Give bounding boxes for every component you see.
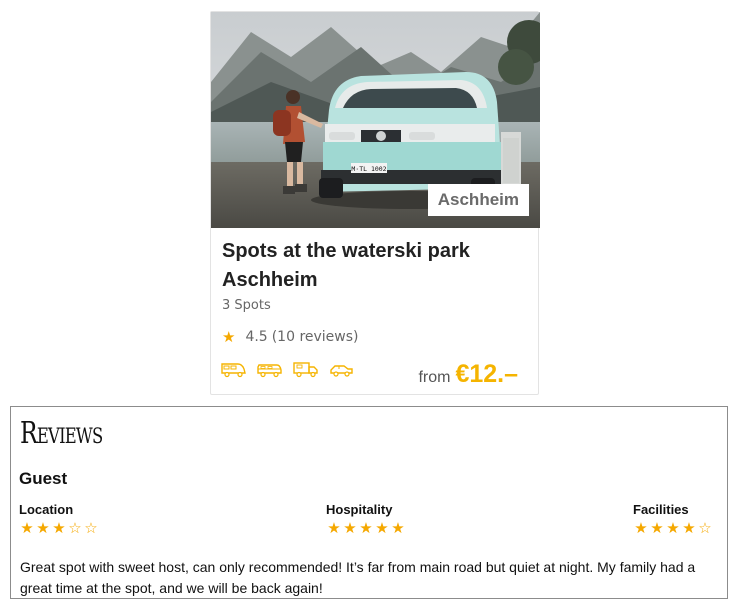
category-label: Facilities xyxy=(633,502,689,517)
reviews-heading: Reviews xyxy=(20,416,103,451)
star-filled-icon: ★ xyxy=(36,519,50,537)
star-empty-icon: ☆ xyxy=(84,519,98,537)
star-filled-icon: ★ xyxy=(375,519,389,537)
car-icon xyxy=(330,365,353,377)
star-filled-icon: ★ xyxy=(52,519,66,537)
star-filled-icon: ★ xyxy=(634,519,648,537)
reviewer-name: Guest xyxy=(19,469,68,488)
star-filled-icon: ★ xyxy=(391,519,405,537)
star-filled-icon: ★ xyxy=(682,519,696,537)
motorhome-icon xyxy=(221,363,246,378)
star-empty-icon: ☆ xyxy=(698,519,712,537)
rating-row: ★ 4.5 (10 reviews) xyxy=(222,328,359,346)
star-filled-icon: ★ xyxy=(359,519,373,537)
category-label: Hospitality xyxy=(326,502,393,517)
star-rating: ★ ★ ★ ★ ★ xyxy=(326,520,406,537)
star-icon: ★ xyxy=(222,328,236,346)
star-filled-icon: ★ xyxy=(343,519,357,537)
spot-title[interactable]: Spots at the waterski park Aschheim xyxy=(222,237,522,295)
star-filled-icon: ★ xyxy=(20,519,34,537)
rating-value: 4.5 xyxy=(245,329,268,345)
truck-camper-icon xyxy=(293,362,318,378)
price-value: €12.– xyxy=(455,360,518,388)
vehicle-types xyxy=(221,361,354,378)
star-filled-icon: ★ xyxy=(327,519,341,537)
price: from €12.– xyxy=(418,360,518,389)
price-from-label: from xyxy=(418,369,451,386)
category-label: Location xyxy=(19,502,74,517)
star-rating: ★ ★ ★ ☆ ☆ xyxy=(19,520,99,537)
spot-card[interactable]: M·TL 1002 Aschheim Spots at the waterski xyxy=(210,11,540,395)
star-rating: ★ ★ ★ ★ ☆ xyxy=(633,520,713,537)
rating-category-location: Location ★ ★ ★ ☆ ☆ xyxy=(19,502,99,537)
review-text: Great spot with sweet host, can only rec… xyxy=(20,559,696,596)
star-empty-icon: ☆ xyxy=(68,519,82,537)
spot-photo[interactable]: M·TL 1002 Aschheim xyxy=(211,12,540,228)
star-filled-icon: ★ xyxy=(650,519,664,537)
rating-category-hospitality: Hospitality ★ ★ ★ ★ ★ xyxy=(326,502,406,537)
star-filled-icon: ★ xyxy=(666,519,680,537)
location-badge[interactable]: Aschheim xyxy=(427,184,529,216)
rating-category-facilities: Facilities ★ ★ ★ ★ ☆ xyxy=(633,502,713,537)
spot-count: 3 Spots xyxy=(222,298,271,313)
campervan-icon xyxy=(257,364,282,378)
rating-reviews: (10 reviews) xyxy=(271,329,359,345)
license-plate: M·TL 1002 xyxy=(351,165,386,173)
reviews-panel: Reviews Guest Location ★ ★ ★ ☆ ☆ Hospitality… xyxy=(10,406,728,599)
